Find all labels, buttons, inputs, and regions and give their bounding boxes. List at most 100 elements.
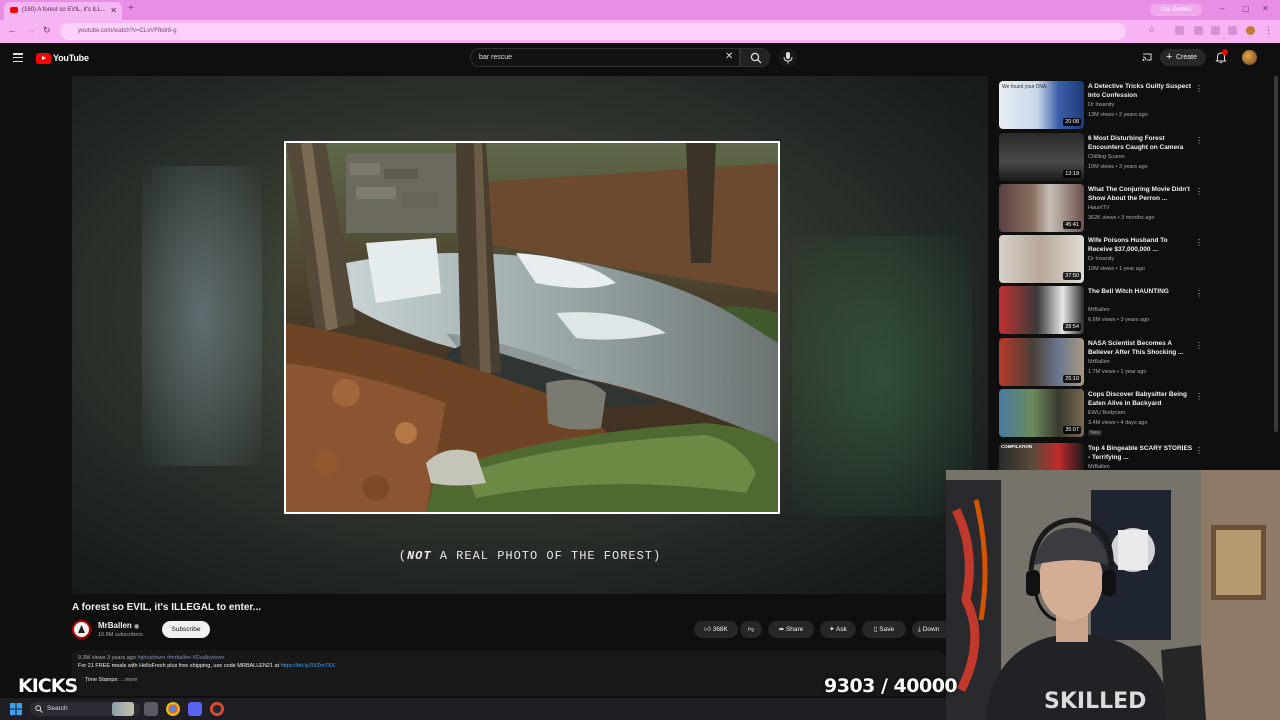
rec-item-2[interactable]: 13:19 6 Most Disturbing Forest Encounter…	[999, 133, 1209, 181]
rec-title: 6 Most Disturbing Forest Encounters Caug…	[1088, 135, 1184, 151]
extension-icon[interactable]	[1175, 26, 1184, 35]
subscriber-count: 10.8M subscribers	[98, 632, 143, 638]
more-options-icon[interactable]: ⋮	[1195, 289, 1203, 298]
close-window-icon[interactable]: ✕	[1262, 4, 1269, 13]
rec-thumbnail: 37:50	[999, 235, 1084, 283]
rec-item-6[interactable]: 25:10 NASA Scientist Becomes A Believer …	[999, 338, 1209, 386]
clear-search-icon[interactable]: ✕	[725, 51, 733, 62]
cast-icon[interactable]	[1142, 52, 1152, 62]
description-link[interactable]: https://bit.ly/3VZm7XX	[281, 663, 335, 669]
rec-thumbnail: 13:19	[999, 133, 1084, 181]
search-button[interactable]	[740, 48, 770, 67]
channel-avatar[interactable]	[72, 620, 91, 639]
profile-icon[interactable]	[1246, 26, 1255, 35]
video-title: A forest so EVIL, it's ILLEGAL to enter.…	[72, 602, 262, 613]
time-stamps-label: Time Stamps:	[85, 677, 119, 683]
search-icon	[750, 52, 762, 64]
rec-meta: 10M views • 3 years ago	[1088, 164, 1148, 170]
ask-button[interactable]: ✦ Ask	[820, 621, 856, 638]
rec-thumbnail: 28:54	[999, 286, 1084, 334]
more-options-icon[interactable]: ⋮	[1195, 446, 1203, 455]
forest-stream-photo	[284, 141, 780, 514]
subscribe-button[interactable]: Subscribe	[162, 621, 210, 638]
rec-item-3[interactable]: 45:41 What The Conjuring Movie Didn't Sh…	[999, 184, 1209, 232]
more-options-icon[interactable]: ⋮	[1195, 84, 1203, 93]
rec-title: Wife Poisons Husband To Receive $37,000,…	[1088, 237, 1168, 253]
obs-icon[interactable]	[210, 702, 224, 716]
save-button[interactable]: ▯ Save	[862, 621, 906, 638]
youtube-logo[interactable]: YouTube	[36, 52, 89, 64]
more-options-icon[interactable]: ⋮	[1195, 136, 1203, 145]
rec-duration: 37:50	[1063, 272, 1081, 280]
minimize-icon[interactable]: –	[1220, 4, 1224, 13]
description-box[interactable]: 9.3M views 3 years ago #ghosttown #mrbal…	[72, 650, 946, 696]
rec-title: The Bell Witch HAUNTING	[1088, 288, 1169, 295]
bookmark-star-icon[interactable]: ☆	[1148, 25, 1155, 34]
channel-name[interactable]: MrBallen ◉	[98, 621, 139, 630]
back-icon[interactable]: ←	[8, 25, 17, 35]
like-button[interactable]: 👍︎ 368K	[694, 621, 738, 638]
chrome-icon[interactable]	[166, 702, 180, 716]
rec-thumbnail: We found your DNA 20:08	[999, 81, 1084, 129]
address-bar-row: ← → ↻ youtube.com/watch?v=CLxVFfkdr8-g ☆…	[0, 20, 1280, 43]
reload-icon[interactable]: ↻	[43, 25, 51, 36]
more-link[interactable]: ...more	[120, 677, 137, 683]
close-tab-icon[interactable]: ✕	[110, 6, 117, 15]
ask-gemini-button[interactable]: Ask Gemini	[1150, 4, 1202, 16]
discord-icon[interactable]	[188, 702, 202, 716]
rec-meta: 6.6M views • 3 years ago	[1088, 317, 1150, 323]
task-view-icon[interactable]	[144, 702, 158, 716]
description-text: For 21 FREE meals with HelloFresh plus f…	[78, 663, 280, 669]
create-button[interactable]: Create	[1160, 49, 1206, 66]
caption-open-paren: (	[398, 549, 407, 563]
save-label: Save	[879, 626, 895, 633]
dislike-button[interactable]: 👎︎	[740, 621, 762, 638]
forward-icon[interactable]: →	[26, 25, 35, 35]
taskbar-search-icon	[35, 705, 43, 713]
rec-title: Top 4 Bingeable SCARY STORIES - Terrifyi…	[1088, 445, 1193, 461]
rec-duration: 45:41	[1063, 221, 1081, 229]
rec-thumbnail: 35:07	[999, 389, 1084, 437]
channel-logo-icon	[75, 623, 88, 636]
windows-start-icon[interactable]	[10, 703, 22, 715]
extension-icon-3[interactable]	[1211, 26, 1220, 35]
video-player[interactable]: (NOT A REAL PHOTO OF THE FOREST)	[72, 76, 988, 594]
rec-item-1[interactable]: We found your DNA 20:08 A Detective Tric…	[999, 81, 1209, 129]
search-query: bar rescue	[479, 54, 513, 61]
browser-tab[interactable]: (160) A forest so EVIL, it's ILL... ✕	[4, 2, 122, 20]
rec-duration: 20:08	[1063, 118, 1081, 126]
rec-item-4[interactable]: 37:50 Wife Poisons Husband To Receive $3…	[999, 235, 1209, 283]
menu-icon[interactable]	[13, 53, 23, 63]
maximize-icon[interactable]: ▢	[1242, 4, 1250, 13]
url-field[interactable]: youtube.com/watch?v=CLxVFfkdr8-g	[60, 23, 1126, 40]
taskbar-search-label: Search	[47, 705, 68, 712]
more-options-icon[interactable]: ⋮	[1195, 392, 1203, 401]
more-options-icon[interactable]: ⋮	[1195, 187, 1203, 196]
new-tab-icon[interactable]: +	[128, 3, 134, 14]
rec-channel: Dr Insanity	[1088, 102, 1115, 108]
more-options-icon[interactable]: ⋮	[1195, 238, 1203, 247]
search-input[interactable]: bar rescue	[470, 48, 740, 67]
share-button[interactable]: ➦ Share	[768, 621, 814, 638]
voice-search-button[interactable]	[778, 48, 797, 67]
download-label: Down	[922, 626, 940, 633]
rec-meta: 10M views • 1 year ago	[1088, 266, 1145, 272]
rec-channel: EWU Bodycam	[1088, 410, 1126, 416]
search-highlight-icon[interactable]	[112, 702, 134, 716]
download-button[interactable]: ⤓ Down	[912, 621, 946, 638]
extension-icon-2[interactable]	[1194, 26, 1203, 35]
rec-item-5[interactable]: 28:54 The Bell Witch HAUNTING MrBallen 6…	[999, 286, 1209, 334]
rec-thumbnail: 45:41	[999, 184, 1084, 232]
rec-item-8[interactable]: COMPILATION Top 4 Bingeable SCARY STORIE…	[999, 443, 1209, 470]
forest-stream-illustration	[286, 143, 778, 512]
browser-menu-icon[interactable]: ⋮	[1264, 25, 1273, 36]
rec-item-7[interactable]: 35:07 Cops Discover Babysitter Being Eat…	[999, 389, 1209, 437]
page-scrollbar[interactable]	[1274, 76, 1278, 432]
extension-icon-4[interactable]	[1228, 26, 1237, 35]
more-options-icon[interactable]: ⋮	[1195, 341, 1203, 350]
youtube-play-icon	[36, 52, 51, 64]
kicks-logo: KICKS	[18, 675, 78, 697]
hashtags[interactable]: #ghosttown #mrballen #Dudleytown	[137, 655, 224, 661]
webcam-overlay: SKILLED	[946, 470, 1280, 720]
user-avatar[interactable]	[1242, 50, 1257, 65]
